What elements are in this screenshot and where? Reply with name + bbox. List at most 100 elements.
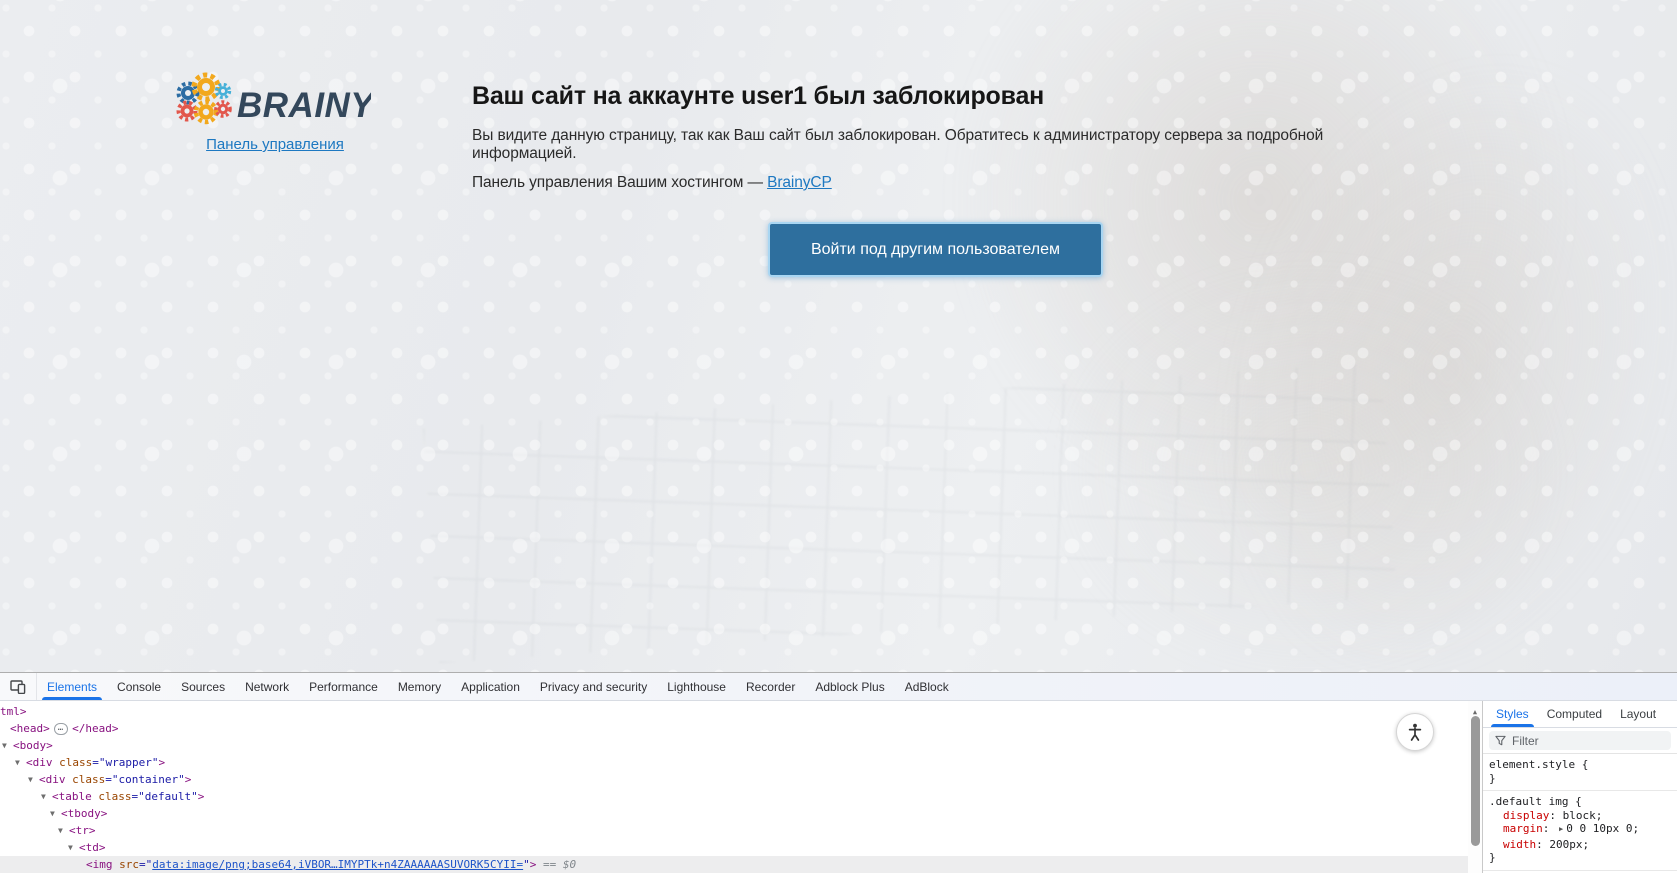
css-rule-default-img[interactable]: .default img {display: block;margin: ▶0 … (1483, 791, 1677, 871)
styles-sidebar-tab-styles[interactable]: Styles (1487, 701, 1538, 727)
elements-tree-row[interactable]: ▼<td> (0, 839, 1482, 856)
devtools-tab-privacy-and-security[interactable]: Privacy and security (530, 673, 657, 700)
expand-shorthand-icon[interactable]: ▶ (1559, 823, 1563, 837)
styles-filter-row: Filter (1483, 728, 1677, 754)
tree-node-attr: src (113, 858, 140, 871)
expand-arrow-icon[interactable]: ▼ (68, 839, 79, 856)
tree-node-link[interactable]: data:image/png;base64,iVBOR…IMYPTk+n4ZAA… (152, 858, 523, 871)
accessibility-person-icon (1405, 722, 1425, 742)
elements-scrollbar[interactable]: ▲ (1468, 701, 1482, 873)
styles-rules: element.style {}.default img {display: b… (1483, 754, 1677, 873)
devtools-tab-application[interactable]: Application (451, 673, 530, 700)
devtools-tab-memory[interactable]: Memory (388, 673, 451, 700)
expand-arrow-icon[interactable]: ▼ (15, 754, 26, 771)
css-declaration[interactable]: width: 200px; (1489, 838, 1671, 852)
css-property-value[interactable]: 0 0 10px 0; (1566, 822, 1639, 835)
elements-tree-row[interactable]: ▼<tr> (0, 822, 1482, 839)
background-keyboard-hint (423, 362, 1397, 663)
expand-arrow-icon[interactable]: ▼ (58, 822, 69, 839)
toggle-device-toolbar-button[interactable] (0, 673, 37, 700)
block-description: Вы видите данную страницу, так как Ваш с… (472, 127, 1372, 163)
hosting-line-text: Панель управления Вашим хостингом — (472, 174, 767, 191)
tree-node-tag: <table (52, 790, 92, 803)
login-other-user-button[interactable]: Войти под другим пользователем (768, 222, 1103, 277)
logo-block: BRAINY Панель управления (175, 72, 375, 154)
tree-node-tag: <head> (10, 722, 50, 735)
devtools-tab-sources[interactable]: Sources (171, 673, 235, 700)
devtools-tabbar: ElementsConsoleSourcesNetworkPerformance… (0, 673, 1677, 701)
css-rule-close-brace: } (1489, 772, 1671, 786)
tree-node-val: ="container" (105, 773, 184, 786)
elements-tree-row[interactable]: tml> (0, 703, 1482, 720)
css-selector[interactable]: .default img { (1489, 795, 1671, 809)
tree-node-tag: <tr> (69, 824, 96, 837)
elements-tree-row[interactable]: ▼<div class="wrapper"> (0, 754, 1482, 771)
elements-tree-row[interactable]: ▼<table class="default"> (0, 788, 1482, 805)
tree-node-val: ="default" (132, 790, 198, 803)
elements-tree: tml><head>…</head>▼<body>▼<div class="wr… (0, 703, 1482, 873)
control-panel-link[interactable]: Панель управления (206, 136, 344, 153)
brainycp-link[interactable]: BrainyCP (767, 174, 832, 191)
brainy-logo: BRAINY (175, 72, 371, 130)
expand-arrow-icon[interactable]: ▼ (41, 788, 52, 805)
devtools-tab-recorder[interactable]: Recorder (736, 673, 805, 700)
tree-node-attr: class (66, 773, 106, 786)
tree-node-val: " (523, 858, 530, 871)
device-toolbar-icon (10, 680, 26, 694)
tree-node-note: == $0 (536, 858, 576, 871)
tree-node-attr: class (92, 790, 132, 803)
devtools-tab-lighthouse[interactable]: Lighthouse (657, 673, 736, 700)
devtools-tab-network[interactable]: Network (235, 673, 299, 700)
elements-tree-row[interactable]: ▼<div class="container"> (0, 771, 1482, 788)
filter-funnel-icon (1495, 735, 1506, 746)
css-property-value[interactable]: 200px; (1549, 838, 1589, 851)
css-property-name[interactable]: width (1503, 838, 1536, 851)
tree-node-tag: > (198, 790, 205, 803)
expand-arrow-icon[interactable]: ▼ (50, 805, 61, 822)
tree-node-tag: tml> (0, 705, 27, 718)
css-property-value[interactable]: block; (1563, 809, 1603, 822)
devtools-tab-elements[interactable]: Elements (37, 673, 107, 700)
collapsed-content-button[interactable]: … (54, 723, 68, 735)
elements-tree-row[interactable]: ▼<body> (0, 737, 1482, 754)
styles-filter-input[interactable]: Filter (1489, 731, 1671, 750)
css-selector[interactable]: element.style { (1489, 758, 1671, 772)
tree-node-tag: </head> (72, 722, 118, 735)
expand-arrow-icon[interactable]: ▼ (2, 737, 13, 754)
scrollbar-thumb[interactable] (1471, 716, 1480, 846)
logo-text: BRAINY (237, 86, 371, 125)
devtools-tab-adblock-plus[interactable]: Adblock Plus (805, 673, 894, 700)
tree-node-tag: <td> (79, 841, 106, 854)
css-rule-element-style[interactable]: element.style {} (1483, 754, 1677, 791)
elements-tree-panel[interactable]: tml><head>…</head>▼<body>▼<div class="wr… (0, 701, 1482, 873)
elements-tree-row[interactable]: ▼<tbody> (0, 805, 1482, 822)
elements-tree-row[interactable]: <head> … </head> (0, 720, 1482, 737)
hosting-line: Панель управления Вашим хостингом — Brai… (472, 174, 1372, 192)
tree-node-attr: class (53, 756, 93, 769)
styles-sidebar-tab-computed[interactable]: Computed (1538, 701, 1611, 727)
tree-node-tag: <body> (13, 739, 53, 752)
devtools-tab-console[interactable]: Console (107, 673, 171, 700)
filter-placeholder: Filter (1512, 734, 1539, 748)
css-property-name[interactable]: display (1503, 809, 1549, 822)
tree-node-tag: > (158, 756, 165, 769)
css-property-name[interactable]: margin (1503, 822, 1543, 835)
elements-tree-row-selected[interactable]: <img src="data:image/png;base64,iVBOR…IM… (0, 856, 1482, 873)
background-photo-blob (1050, 260, 1570, 672)
page-title: Ваш сайт на аккаунте user1 был заблокиро… (472, 82, 1372, 111)
devtools-tab-performance[interactable]: Performance (299, 673, 388, 700)
tree-node-tag: <div (26, 756, 53, 769)
expand-arrow-icon[interactable]: ▼ (28, 771, 39, 788)
styles-sidebar-tab-layout[interactable]: Layout (1611, 701, 1665, 727)
accessibility-button[interactable] (1396, 713, 1434, 751)
gear-brain-icon (179, 75, 231, 122)
css-rule-close-brace: } (1489, 851, 1671, 865)
tree-node-val: ="wrapper" (92, 756, 158, 769)
devtools-tab-adblock[interactable]: AdBlock (895, 673, 959, 700)
tree-node-tag: <div (39, 773, 66, 786)
devtools-body: tml><head>…</head>▼<body>▼<div class="wr… (0, 701, 1677, 873)
styles-sidebar: StylesComputedLayout Filter element.styl… (1483, 701, 1677, 873)
devtools-panel: ElementsConsoleSourcesNetworkPerformance… (0, 672, 1677, 873)
css-declaration[interactable]: display: block; (1489, 809, 1671, 823)
css-declaration[interactable]: margin: ▶0 0 10px 0; (1489, 822, 1671, 838)
